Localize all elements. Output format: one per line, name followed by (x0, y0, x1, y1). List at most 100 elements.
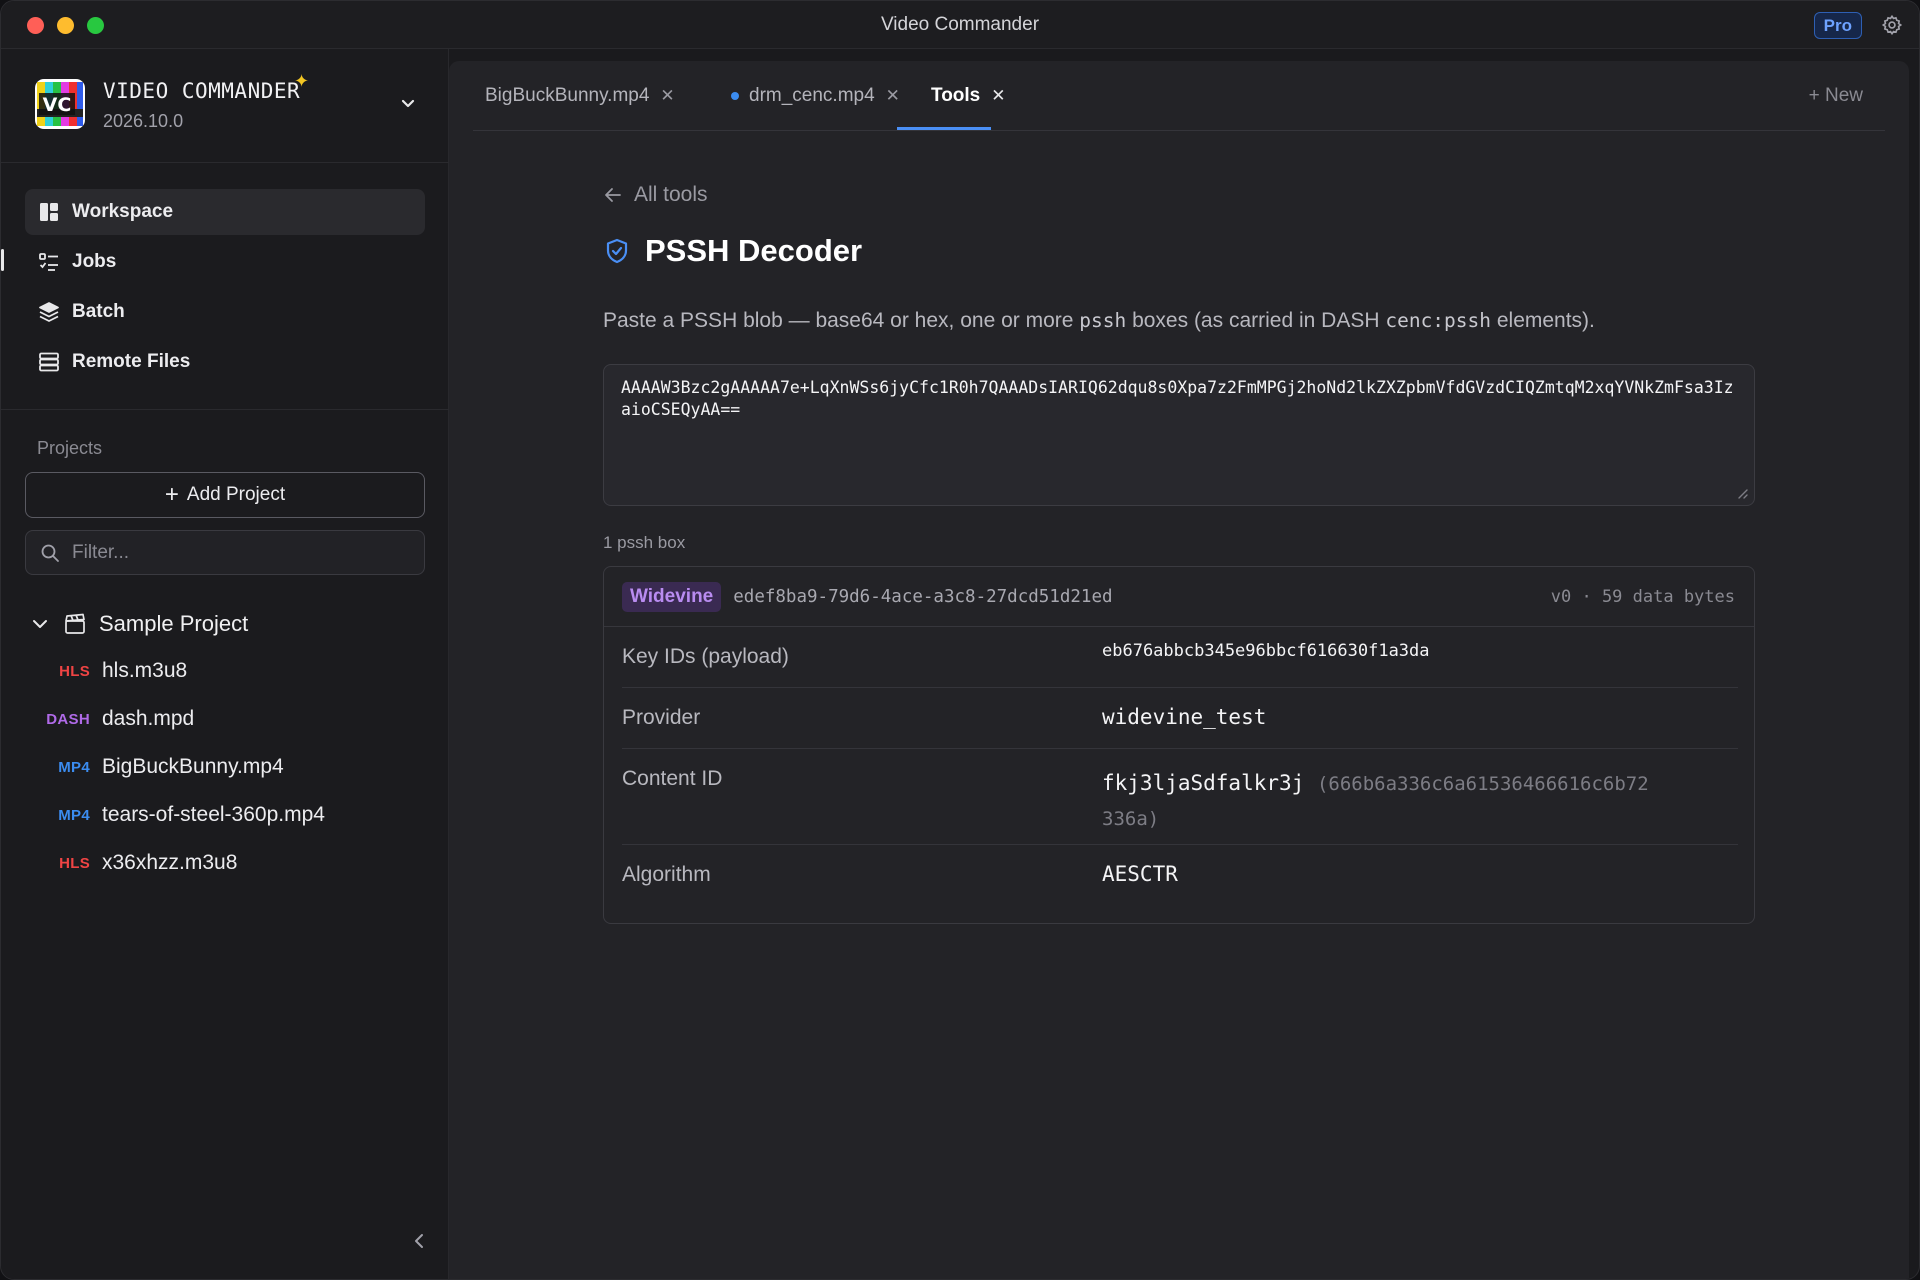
tool-description: Paste a PSSH blob — base64 or hex, one o… (603, 309, 1595, 333)
kv-value: AESCTR (1102, 862, 1178, 886)
file-type-badge: MP4 (58, 806, 90, 824)
description-text: elements). (1491, 309, 1595, 332)
nav-label: Jobs (72, 251, 117, 272)
filter-input[interactable] (72, 541, 392, 564)
svg-text:VC: VC (43, 94, 72, 116)
window-title: Video Commander (880, 13, 1040, 35)
sidebar: VC VIDEO COMMANDER ✦ 2026.10.0 Workspace (1, 49, 449, 1279)
project-name: Sample Project (99, 611, 249, 636)
pssh-result-card: Widevine edef8ba9-79d6-4ace-a3c8-27dcd51… (603, 566, 1755, 924)
tool-title-text: PSSH Decoder (645, 233, 863, 268)
tab-tools[interactable]: Tools ✕ (931, 61, 1006, 131)
kv-key: Provider (622, 706, 701, 729)
main-panel: BigBuckBunny.mp4 ✕ drm_cenc.mp4 ✕ Tools … (449, 61, 1909, 1279)
active-tab-indicator (897, 127, 991, 130)
kv-value: fkj3ljaSdfalkr3j (666b6a336c6a6153646661… (1102, 766, 1742, 836)
system-id: edef8ba9-79d6-4ace-a3c8-27dcd51d21ed (733, 586, 1113, 607)
file-name: tears-of-steel-360p.mp4 (102, 803, 325, 826)
project-file[interactable]: HLS x36xhzz.m3u8 (1, 839, 449, 887)
description-text: Paste a PSSH blob — base64 or hex, one o… (603, 309, 1080, 332)
project-tree: Sample Project HLS hls.m3u8 DASH dash.mp… (1, 601, 449, 887)
shield-check-icon (606, 238, 628, 264)
kv-key: Algorithm (622, 863, 711, 886)
all-tools-link[interactable]: All tools (603, 183, 708, 207)
project-file[interactable]: HLS hls.m3u8 (1, 647, 449, 695)
tool-title: PSSH Decoder (603, 233, 862, 269)
clapperboard-icon (65, 613, 85, 634)
description-text: boxes (as carried in DASH (1126, 309, 1386, 332)
search-icon (41, 544, 59, 562)
collapse-sidebar-icon[interactable] (409, 1231, 429, 1251)
content-id-hex: (666b6a336c6a61536466616c6b72 (1316, 773, 1649, 795)
nav-label: Workspace (72, 201, 174, 222)
project-file[interactable]: MP4 tears-of-steel-360p.mp4 (1, 791, 449, 839)
file-type-badge: MP4 (58, 758, 90, 776)
app-logo: VC (35, 79, 85, 129)
project-file[interactable]: DASH dash.mpd (1, 695, 449, 743)
server-icon (39, 352, 59, 372)
content-id-hex: 336a) (1102, 808, 1160, 830)
tab-bar: BigBuckBunny.mp4 ✕ drm_cenc.mp4 ✕ Tools … (473, 61, 1885, 131)
description-code: pssh (1079, 309, 1127, 332)
kv-row-content-id: Content ID fkj3ljaSdfalkr3j (666b6a336c6… (622, 749, 1738, 845)
pssh-input[interactable]: AAAAW3Bzc2gAAAAA7e+LqXnWSs6jyCfc1R0h7QAA… (603, 364, 1755, 506)
title-bar: Video Commander Pro (1, 1, 1919, 49)
minimize-window-button[interactable] (57, 17, 74, 34)
file-name: dash.mpd (102, 707, 195, 730)
result-header: Widevine edef8ba9-79d6-4ace-a3c8-27dcd51… (604, 567, 1754, 627)
unsaved-indicator (731, 92, 739, 100)
close-window-button[interactable] (27, 17, 44, 34)
project-filter (25, 530, 425, 575)
pssh-box-count: 1 pssh box (603, 533, 686, 552)
drm-system-badge: Widevine (622, 581, 722, 612)
file-name: hls.m3u8 (102, 659, 188, 682)
box-meta: v0 · 59 data bytes (1550, 587, 1735, 607)
arrow-left-icon (605, 188, 621, 202)
jobs-icon (39, 253, 58, 271)
kv-row-algorithm: Algorithm AESCTR (622, 845, 1738, 907)
nav-item-workspace[interactable]: Workspace (25, 189, 425, 235)
kv-row-key-ids: Key IDs (payload) eb676abbcb345e96bbcf61… (622, 627, 1738, 688)
add-project-button[interactable]: + Add Project (25, 472, 425, 518)
chevron-down-icon[interactable] (31, 615, 49, 633)
kv-key: Key IDs (payload) (622, 645, 789, 668)
close-tab-icon[interactable]: ✕ (886, 86, 900, 106)
content-id-text: fkj3ljaSdfalkr3j (1102, 771, 1305, 795)
main-nav: Workspace Jobs Batch Remote Files (25, 189, 425, 389)
tab-label: drm_cenc.mp4 (749, 85, 875, 106)
plus-icon: + (164, 481, 179, 508)
nav-label: Batch (72, 301, 125, 322)
project-folder[interactable]: Sample Project (1, 601, 449, 647)
nav-item-batch[interactable]: Batch (25, 289, 425, 335)
nav-label: Remote Files (72, 351, 191, 372)
file-type-badge: DASH (46, 710, 90, 728)
nav-item-jobs[interactable]: Jobs (25, 239, 425, 285)
file-type-badge: HLS (59, 854, 90, 872)
app-name: VIDEO COMMANDER (103, 79, 301, 103)
close-tab-icon[interactable]: ✕ (991, 86, 1005, 106)
active-nav-indicator (1, 249, 4, 271)
add-project-label: Add Project (186, 484, 286, 505)
file-type-badge: HLS (59, 662, 90, 680)
gear-icon[interactable] (1881, 14, 1903, 36)
sparkle-icon: ✦ (294, 71, 310, 91)
description-code: cenc:pssh (1385, 309, 1492, 332)
resize-handle-icon[interactable] (1733, 484, 1749, 500)
kv-row-provider: Provider widevine_test (622, 688, 1738, 749)
close-tab-icon[interactable]: ✕ (660, 86, 674, 106)
app-switcher[interactable]: VC VIDEO COMMANDER ✦ 2026.10.0 (1, 49, 449, 163)
nav-item-remote-files[interactable]: Remote Files (25, 339, 425, 385)
tab-label: BigBuckBunny.mp4 (485, 85, 650, 106)
kv-key: Content ID (622, 767, 723, 790)
tab-bigbuckbunny[interactable]: BigBuckBunny.mp4 ✕ (485, 61, 675, 131)
divider (1, 409, 449, 410)
app-version: 2026.10.0 (103, 111, 184, 131)
project-file[interactable]: MP4 BigBuckBunny.mp4 (1, 743, 449, 791)
projects-heading: Projects (37, 438, 103, 458)
tab-drm-cenc[interactable]: drm_cenc.mp4 ✕ (731, 61, 900, 131)
new-tab-button[interactable]: + New (1809, 61, 1863, 131)
zoom-window-button[interactable] (87, 17, 104, 34)
pro-badge[interactable]: Pro (1813, 12, 1862, 39)
chevron-down-icon[interactable] (399, 97, 417, 111)
workspace-icon (40, 203, 58, 221)
